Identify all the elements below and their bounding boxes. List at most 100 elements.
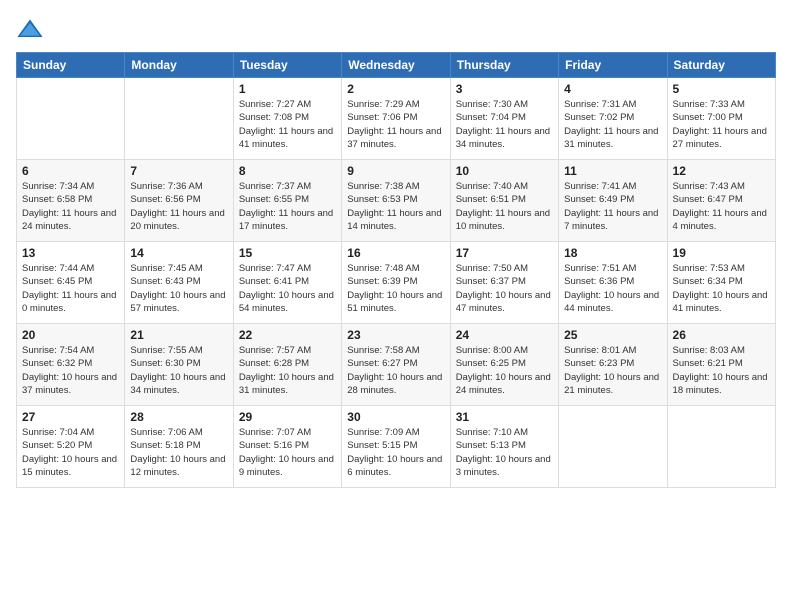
calendar-cell xyxy=(125,78,233,160)
day-info: Sunrise: 7:30 AM Sunset: 7:04 PM Dayligh… xyxy=(456,98,553,151)
day-info: Sunrise: 7:45 AM Sunset: 6:43 PM Dayligh… xyxy=(130,262,227,315)
day-number: 2 xyxy=(347,82,444,96)
day-info: Sunrise: 7:51 AM Sunset: 6:36 PM Dayligh… xyxy=(564,262,661,315)
header xyxy=(16,16,776,44)
day-number: 27 xyxy=(22,410,119,424)
calendar-cell: 28 Sunrise: 7:06 AM Sunset: 5:18 PM Dayli… xyxy=(125,406,233,488)
day-number: 28 xyxy=(130,410,227,424)
calendar-cell: 4 Sunrise: 7:31 AM Sunset: 7:02 PM Daylig… xyxy=(559,78,667,160)
day-info: Sunrise: 7:09 AM Sunset: 5:15 PM Dayligh… xyxy=(347,426,444,479)
calendar-cell: 19 Sunrise: 7:53 AM Sunset: 6:34 PM Dayli… xyxy=(667,242,775,324)
calendar-week-5: 27 Sunrise: 7:04 AM Sunset: 5:20 PM Dayli… xyxy=(17,406,776,488)
day-number: 10 xyxy=(456,164,553,178)
day-info: Sunrise: 7:57 AM Sunset: 6:28 PM Dayligh… xyxy=(239,344,336,397)
day-number: 18 xyxy=(564,246,661,260)
weekday-header-saturday: Saturday xyxy=(667,53,775,78)
day-info: Sunrise: 7:48 AM Sunset: 6:39 PM Dayligh… xyxy=(347,262,444,315)
day-number: 26 xyxy=(673,328,770,342)
day-info: Sunrise: 7:44 AM Sunset: 6:45 PM Dayligh… xyxy=(22,262,119,315)
day-number: 3 xyxy=(456,82,553,96)
day-number: 19 xyxy=(673,246,770,260)
day-number: 23 xyxy=(347,328,444,342)
calendar-table: SundayMondayTuesdayWednesdayThursdayFrid… xyxy=(16,52,776,488)
calendar-cell: 30 Sunrise: 7:09 AM Sunset: 5:15 PM Dayli… xyxy=(342,406,450,488)
day-info: Sunrise: 7:43 AM Sunset: 6:47 PM Dayligh… xyxy=(673,180,770,233)
calendar-cell: 14 Sunrise: 7:45 AM Sunset: 6:43 PM Dayli… xyxy=(125,242,233,324)
calendar-cell: 1 Sunrise: 7:27 AM Sunset: 7:08 PM Daylig… xyxy=(233,78,341,160)
day-info: Sunrise: 8:03 AM Sunset: 6:21 PM Dayligh… xyxy=(673,344,770,397)
day-number: 14 xyxy=(130,246,227,260)
day-number: 31 xyxy=(456,410,553,424)
calendar-cell: 8Sunrise: 7:37 AM Sunset: 6:55 PM Daylig… xyxy=(233,160,341,242)
day-number: 13 xyxy=(22,246,119,260)
calendar-cell xyxy=(667,406,775,488)
calendar-cell: 29Sunrise: 7:07 AM Sunset: 5:16 PM Dayli… xyxy=(233,406,341,488)
day-info: Sunrise: 7:55 AM Sunset: 6:30 PM Dayligh… xyxy=(130,344,227,397)
day-number: 15 xyxy=(239,246,336,260)
day-number: 16 xyxy=(347,246,444,260)
calendar-week-3: 13 Sunrise: 7:44 AM Sunset: 6:45 PM Dayli… xyxy=(17,242,776,324)
day-number: 22 xyxy=(239,328,336,342)
day-number: 8 xyxy=(239,164,336,178)
day-info: Sunrise: 7:36 AM Sunset: 6:56 PM Dayligh… xyxy=(130,180,227,233)
calendar-cell: 27 Sunrise: 7:04 AM Sunset: 5:20 PM Dayli… xyxy=(17,406,125,488)
day-number: 12 xyxy=(673,164,770,178)
weekday-header-friday: Friday xyxy=(559,53,667,78)
day-number: 29 xyxy=(239,410,336,424)
calendar-cell xyxy=(559,406,667,488)
calendar-cell: 31 Sunrise: 7:10 AM Sunset: 5:13 PM Dayli… xyxy=(450,406,558,488)
day-number: 1 xyxy=(239,82,336,96)
day-info: Sunrise: 7:47 AM Sunset: 6:41 PM Dayligh… xyxy=(239,262,336,315)
calendar-cell: 17 Sunrise: 7:50 AM Sunset: 6:37 PM Dayli… xyxy=(450,242,558,324)
day-info: Sunrise: 7:40 AM Sunset: 6:51 PM Dayligh… xyxy=(456,180,553,233)
day-info: Sunrise: 7:34 AM Sunset: 6:58 PM Dayligh… xyxy=(22,180,119,233)
calendar-week-1: 1 Sunrise: 7:27 AM Sunset: 7:08 PM Daylig… xyxy=(17,78,776,160)
calendar-cell: 9Sunrise: 7:38 AM Sunset: 6:53 PM Daylig… xyxy=(342,160,450,242)
calendar-cell xyxy=(17,78,125,160)
day-info: Sunrise: 7:31 AM Sunset: 7:02 PM Dayligh… xyxy=(564,98,661,151)
calendar-cell: 7Sunrise: 7:36 AM Sunset: 6:56 PM Daylig… xyxy=(125,160,233,242)
day-number: 9 xyxy=(347,164,444,178)
calendar-cell: 15 Sunrise: 7:47 AM Sunset: 6:41 PM Dayli… xyxy=(233,242,341,324)
day-number: 24 xyxy=(456,328,553,342)
calendar-week-4: 20 Sunrise: 7:54 AM Sunset: 6:32 PM Dayli… xyxy=(17,324,776,406)
day-info: Sunrise: 7:10 AM Sunset: 5:13 PM Dayligh… xyxy=(456,426,553,479)
weekday-header-thursday: Thursday xyxy=(450,53,558,78)
calendar-cell: 24Sunrise: 8:00 AM Sunset: 6:25 PM Dayli… xyxy=(450,324,558,406)
calendar-cell: 20 Sunrise: 7:54 AM Sunset: 6:32 PM Dayli… xyxy=(17,324,125,406)
calendar-cell: 22 Sunrise: 7:57 AM Sunset: 6:28 PM Dayli… xyxy=(233,324,341,406)
calendar-cell: 10 Sunrise: 7:40 AM Sunset: 6:51 PM Dayli… xyxy=(450,160,558,242)
weekday-header-sunday: Sunday xyxy=(17,53,125,78)
calendar-cell: 5 Sunrise: 7:33 AM Sunset: 7:00 PM Daylig… xyxy=(667,78,775,160)
day-info: Sunrise: 7:06 AM Sunset: 5:18 PM Dayligh… xyxy=(130,426,227,479)
calendar-cell: 6 Sunrise: 7:34 AM Sunset: 6:58 PM Daylig… xyxy=(17,160,125,242)
day-info: Sunrise: 7:04 AM Sunset: 5:20 PM Dayligh… xyxy=(22,426,119,479)
calendar-cell: 16 Sunrise: 7:48 AM Sunset: 6:39 PM Dayli… xyxy=(342,242,450,324)
calendar-cell: 18 Sunrise: 7:51 AM Sunset: 6:36 PM Dayli… xyxy=(559,242,667,324)
day-number: 6 xyxy=(22,164,119,178)
calendar-cell: 3 Sunrise: 7:30 AM Sunset: 7:04 PM Daylig… xyxy=(450,78,558,160)
calendar-cell: 12 Sunrise: 7:43 AM Sunset: 6:47 PM Dayli… xyxy=(667,160,775,242)
calendar-cell: 2Sunrise: 7:29 AM Sunset: 7:06 PM Daylig… xyxy=(342,78,450,160)
weekday-header-wednesday: Wednesday xyxy=(342,53,450,78)
day-number: 20 xyxy=(22,328,119,342)
calendar-cell: 13 Sunrise: 7:44 AM Sunset: 6:45 PM Dayli… xyxy=(17,242,125,324)
calendar-cell: 11Sunrise: 7:41 AM Sunset: 6:49 PM Dayli… xyxy=(559,160,667,242)
day-number: 4 xyxy=(564,82,661,96)
day-info: Sunrise: 7:33 AM Sunset: 7:00 PM Dayligh… xyxy=(673,98,770,151)
day-info: Sunrise: 7:54 AM Sunset: 6:32 PM Dayligh… xyxy=(22,344,119,397)
day-info: Sunrise: 7:53 AM Sunset: 6:34 PM Dayligh… xyxy=(673,262,770,315)
day-number: 5 xyxy=(673,82,770,96)
day-info: Sunrise: 7:27 AM Sunset: 7:08 PM Dayligh… xyxy=(239,98,336,151)
day-info: Sunrise: 7:58 AM Sunset: 6:27 PM Dayligh… xyxy=(347,344,444,397)
weekday-header-tuesday: Tuesday xyxy=(233,53,341,78)
day-info: Sunrise: 7:50 AM Sunset: 6:37 PM Dayligh… xyxy=(456,262,553,315)
logo-icon xyxy=(16,16,44,44)
logo xyxy=(16,16,48,44)
day-number: 30 xyxy=(347,410,444,424)
calendar-week-2: 6 Sunrise: 7:34 AM Sunset: 6:58 PM Daylig… xyxy=(17,160,776,242)
day-number: 17 xyxy=(456,246,553,260)
calendar-cell: 23 Sunrise: 7:58 AM Sunset: 6:27 PM Dayli… xyxy=(342,324,450,406)
weekday-header-row: SundayMondayTuesdayWednesdayThursdayFrid… xyxy=(17,53,776,78)
calendar-cell: 26 Sunrise: 8:03 AM Sunset: 6:21 PM Dayli… xyxy=(667,324,775,406)
